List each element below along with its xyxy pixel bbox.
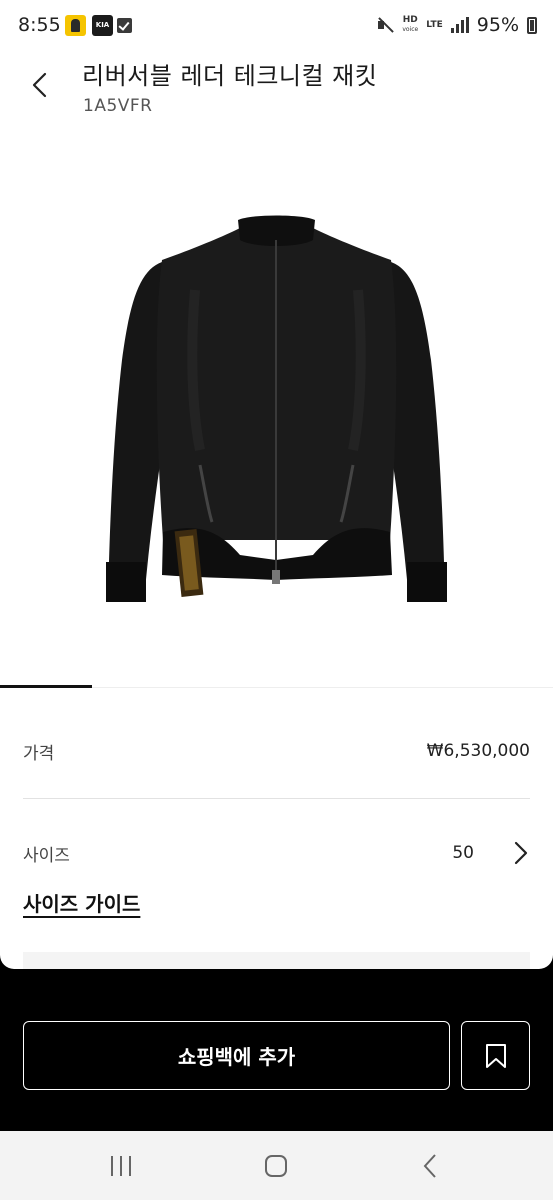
back-button[interactable]	[24, 68, 58, 102]
clock: 8:55	[18, 14, 61, 36]
recent-apps-icon	[111, 1156, 131, 1176]
kakao-icon	[65, 15, 86, 36]
divider	[23, 798, 530, 799]
system-nav-bar	[0, 1131, 553, 1200]
home-icon	[265, 1155, 287, 1177]
lte-icon: LTE	[426, 19, 443, 30]
back-nav-button[interactable]	[414, 1149, 448, 1183]
kia-connect-icon: KIA	[92, 15, 113, 36]
product-sku: 1A5VFR	[83, 96, 153, 116]
info-panel	[23, 952, 530, 969]
home-button[interactable]	[259, 1149, 293, 1183]
size-guide-link[interactable]: 사이즈 가이드	[23, 888, 140, 917]
hd-voice-icon: HD voice	[402, 15, 419, 34]
chevron-left-icon	[32, 72, 47, 98]
status-indicators: HD voice LTE 95%	[376, 14, 537, 36]
image-carousel-indicator	[0, 685, 92, 688]
product-title: 리버서블 레더 테크니컬 재킷	[82, 62, 378, 90]
status-bar: 8:55 KIA HD voice LTE 95%	[0, 0, 553, 52]
signal-icon	[450, 17, 469, 33]
bookmark-button[interactable]	[461, 1021, 530, 1090]
price-label: 가격	[23, 743, 55, 764]
size-label: 사이즈	[23, 845, 70, 866]
add-to-bag-button[interactable]: 쇼핑백에 추가	[23, 1021, 450, 1090]
battery-percent: 95%	[476, 14, 519, 36]
black-leather-jacket-image[interactable]	[100, 210, 453, 628]
chevron-right-icon	[514, 841, 528, 865]
price-row: 가격 ₩6,530,000	[23, 736, 530, 766]
bookmark-icon	[485, 1043, 506, 1068]
mute-icon	[376, 16, 394, 34]
product-sheet: 리버서블 레더 테크니컬 재킷 1A5VFR 가격 ₩6,530,000 사이즈…	[0, 52, 553, 969]
recent-apps-button[interactable]	[104, 1149, 138, 1183]
size-value: 50	[452, 843, 474, 863]
size-selector[interactable]: 사이즈 50	[23, 836, 530, 870]
check-icon	[117, 18, 132, 33]
battery-icon	[527, 16, 537, 34]
back-icon	[423, 1154, 436, 1178]
price-value: ₩6,530,000	[426, 741, 530, 761]
